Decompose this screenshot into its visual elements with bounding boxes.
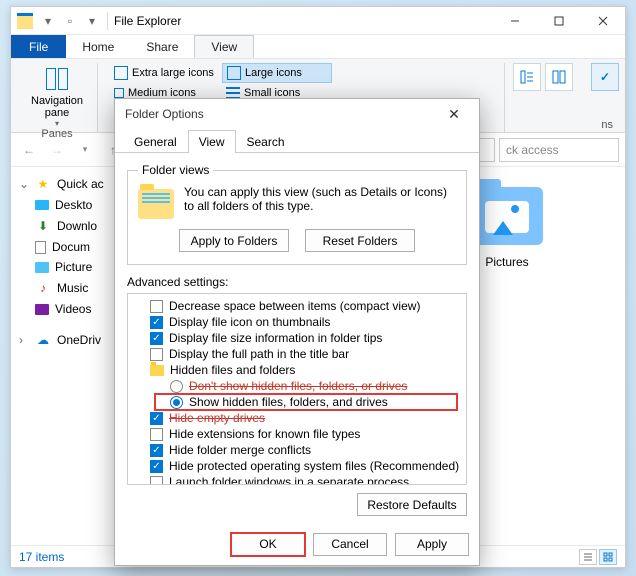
document-icon [35, 241, 46, 254]
adv-display-icon[interactable]: Display file icon on thumbnails [130, 314, 464, 330]
advanced-settings-label: Advanced settings: [127, 275, 467, 289]
window-title: File Explorer [114, 14, 181, 28]
dialog-tabs: General View Search [115, 129, 479, 153]
square-icon [114, 66, 128, 80]
maximize-button[interactable] [537, 7, 581, 35]
tab-view[interactable]: View [194, 35, 254, 58]
music-icon: ♪ [35, 280, 51, 296]
adv-display-full-path[interactable]: Display the full path in the title bar [130, 346, 464, 362]
minimize-button[interactable] [493, 7, 537, 35]
qat-item[interactable]: ▾ [39, 12, 57, 30]
checkbox-icon[interactable] [150, 412, 163, 425]
item-count: 17 items [19, 550, 64, 564]
checkbox-icon[interactable] [150, 316, 163, 329]
layout-options: Extra large icons Large icons Medium ico… [110, 63, 498, 101]
folder-label: Pictures [485, 255, 528, 269]
checkbox-icon[interactable] [150, 460, 163, 473]
file-menu[interactable]: File [11, 35, 66, 58]
dialog-footer: OK Cancel Apply [115, 523, 479, 565]
folder-icon [150, 365, 164, 376]
menubar: File Home Share View [11, 35, 625, 59]
radio-icon[interactable] [170, 380, 183, 393]
reset-folders-button[interactable]: Reset Folders [305, 229, 415, 252]
restore-defaults-button[interactable]: Restore Defaults [357, 493, 467, 516]
folder-views-text: You can apply this view (such as Details… [184, 185, 456, 213]
tab-view[interactable]: View [188, 130, 236, 153]
close-button[interactable]: ✕ [439, 106, 469, 123]
apply-button[interactable]: Apply [395, 533, 469, 556]
back-button[interactable]: ← [17, 138, 41, 162]
adv-decrease-space[interactable]: Decrease space between items (compact vi… [130, 298, 464, 314]
adv-hide-protected[interactable]: Hide protected operating system files (R… [130, 458, 464, 474]
folder-tile-pictures[interactable]: Pictures [471, 187, 543, 269]
close-button[interactable] [581, 7, 625, 35]
adv-hide-ext[interactable]: Hide extensions for known file types [130, 426, 464, 442]
adv-hide-empty[interactable]: Hide empty drives [130, 410, 464, 426]
checkbox-icon[interactable] [150, 428, 163, 441]
layout-extra-large-icons[interactable]: Extra large icons [110, 63, 220, 83]
ribbon-btn-2[interactable] [545, 63, 573, 91]
square-icon [114, 88, 124, 98]
radio-icon[interactable] [170, 396, 183, 409]
qat-item[interactable]: ▫ [61, 12, 79, 30]
checkbox-icon[interactable] [150, 300, 163, 313]
ribbon-group-panes: Navigation pane ▾ Panes [17, 63, 98, 132]
checkbox-icon[interactable] [150, 444, 163, 457]
checkbox-icon[interactable] [150, 348, 163, 361]
chevron-down-icon: ⌄ [19, 177, 29, 191]
dialog-titlebar: Folder Options ✕ [115, 99, 479, 129]
tab-share[interactable]: Share [130, 35, 194, 58]
checkbox-icon[interactable] [150, 476, 163, 486]
star-icon: ★ [35, 176, 51, 192]
tab-search[interactable]: Search [236, 130, 296, 153]
icons-view-button[interactable] [599, 549, 617, 565]
quick-access-toolbar: ▾ ▫ ▾ [39, 12, 101, 30]
tab-general[interactable]: General [123, 130, 188, 153]
folder-icon [138, 189, 174, 219]
folder-views-fieldset: Folder views You can apply this view (su… [127, 163, 467, 265]
dialog-body: Folder views You can apply this view (su… [115, 153, 479, 523]
explorer-icon [17, 13, 33, 29]
adv-hide-merge[interactable]: Hide folder merge conflicts [130, 442, 464, 458]
recent-button[interactable]: ▾ [73, 138, 97, 162]
titlebar: ▾ ▫ ▾ File Explorer [11, 7, 625, 35]
advanced-settings-list[interactable]: Decrease space between items (compact vi… [127, 293, 467, 485]
forward-button[interactable]: → [45, 138, 69, 162]
search-input[interactable]: ck access [499, 138, 619, 162]
adv-launch-separate[interactable]: Launch folder windows in a separate proc… [130, 474, 464, 485]
qat-item[interactable]: ▾ [83, 12, 101, 30]
folder-options-dialog: Folder Options ✕ General View Search Fol… [114, 98, 480, 566]
adv-hidden-group: Hidden files and folders [130, 362, 464, 378]
video-icon [35, 304, 49, 315]
folder-views-legend: Folder views [138, 163, 213, 177]
desktop-icon [35, 200, 49, 210]
dialog-title: Folder Options [125, 107, 204, 121]
apply-to-folders-button[interactable]: Apply to Folders [179, 229, 289, 252]
sidebar-label: Quick ac [57, 177, 104, 191]
square-icon [227, 66, 241, 80]
navigation-pane-button[interactable]: Navigation pane ▾ [23, 63, 91, 128]
chevron-right-icon: › [19, 333, 29, 347]
picture-icon [35, 262, 49, 273]
navigation-pane-icon [43, 65, 71, 93]
ribbon-btn-check[interactable]: ✓ [591, 63, 619, 91]
cancel-button[interactable]: Cancel [313, 533, 387, 556]
group-label-truncated: ns [601, 119, 613, 131]
ok-button[interactable]: OK [231, 533, 305, 556]
details-view-button[interactable] [579, 549, 597, 565]
folder-icon [471, 187, 543, 245]
adv-dont-show-hidden[interactable]: Don't show hidden files, folders, or dri… [130, 378, 464, 394]
adv-show-hidden[interactable]: Show hidden files, folders, and drives [130, 394, 464, 410]
ribbon-btn-1[interactable] [513, 63, 541, 91]
adv-display-size[interactable]: Display file size information in folder … [130, 330, 464, 346]
navigation-pane-label: Navigation pane [23, 95, 91, 119]
download-icon: ⬇ [35, 218, 51, 234]
cloud-icon: ☁ [35, 332, 51, 348]
search-placeholder: ck access [506, 143, 559, 157]
tab-home[interactable]: Home [66, 35, 130, 58]
checkbox-icon[interactable] [150, 332, 163, 345]
layout-large-icons[interactable]: Large icons [222, 63, 332, 83]
